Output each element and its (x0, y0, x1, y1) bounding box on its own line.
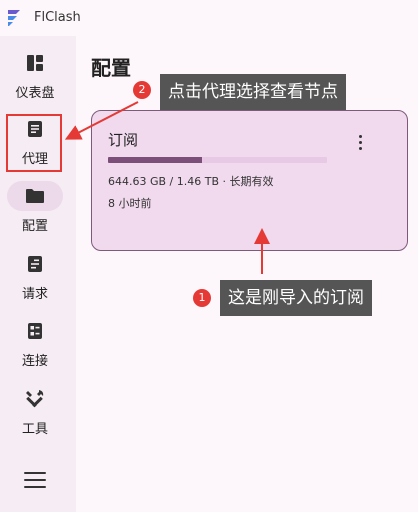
step-1-callout: 这是刚导入的订阅 (220, 280, 372, 316)
step-1-badge: 1 (193, 289, 211, 307)
step-2-badge: 2 (133, 81, 151, 99)
arrow-to-proxy (64, 101, 139, 140)
step-2-callout: 点击代理选择查看节点 (160, 74, 346, 110)
